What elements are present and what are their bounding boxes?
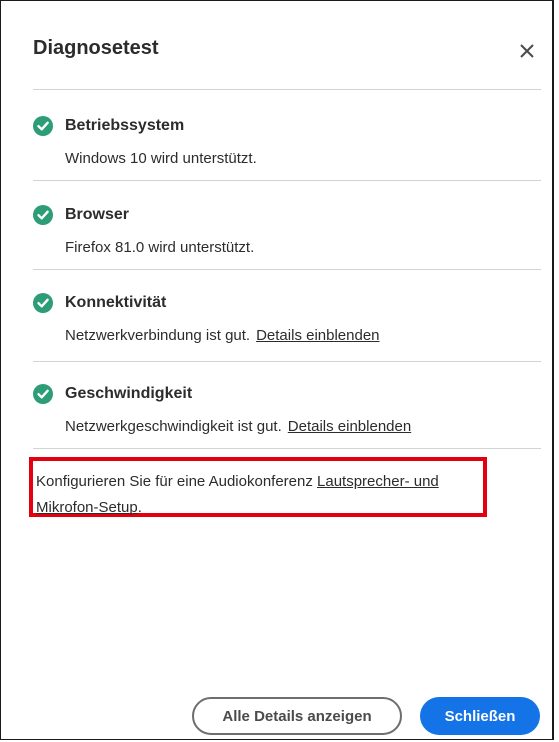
check-title: Betriebssystem: [65, 117, 185, 134]
checkmark-circle-icon: [33, 293, 53, 313]
check-status-text: Firefox 81.0 wird unterstützt.: [65, 239, 255, 256]
checkmark-circle-icon: [33, 205, 53, 225]
close-button[interactable]: Schließen: [420, 697, 540, 735]
divider: [33, 269, 541, 270]
divider: [33, 448, 541, 449]
audio-setup-highlight: Konfigurieren Sie für eine Audiokonferen…: [29, 457, 487, 517]
check-status-text: Windows 10 wird unterstützt.: [65, 150, 257, 167]
check-status: Windows 10 wird unterstützt.: [65, 149, 257, 169]
divider: [33, 180, 541, 181]
audio-setup-text: Konfigurieren Sie für eine Audiokonferen…: [36, 469, 481, 521]
show-details-link[interactable]: Details einblenden: [288, 418, 411, 435]
close-icon[interactable]: [517, 41, 537, 61]
audio-setup-prompt: Konfigurieren Sie für eine Audiokonferen…: [36, 473, 318, 490]
check-status: Firefox 81.0 wird unterstützt.: [65, 238, 254, 258]
checkmark-circle-icon: [33, 384, 53, 404]
check-status-text: Netzwerkgeschwindigkeit ist gut.: [65, 418, 282, 435]
divider: [33, 89, 541, 90]
audio-setup-suffix: .: [137, 499, 142, 516]
check-status: Netzwerkverbindung ist gut. Details einbl…: [65, 326, 380, 346]
diagnose-dialog: Diagnosetest Betriebssystem Windows 10 w…: [0, 0, 554, 740]
check-title: Browser: [65, 206, 130, 223]
check-title: Konnektivität: [65, 294, 167, 311]
show-all-details-button[interactable]: Alle Details anzeigen: [192, 697, 402, 735]
show-details-link[interactable]: Details einblenden: [256, 327, 379, 344]
checkmark-circle-icon: [33, 116, 53, 136]
divider: [33, 361, 541, 362]
check-status: Netzwerkgeschwindigkeit ist gut. Details …: [65, 417, 411, 437]
check-title: Geschwindigkeit: [65, 385, 193, 402]
dialog-title: Diagnosetest: [33, 37, 159, 59]
check-status-text: Netzwerkverbindung ist gut.: [65, 327, 251, 344]
